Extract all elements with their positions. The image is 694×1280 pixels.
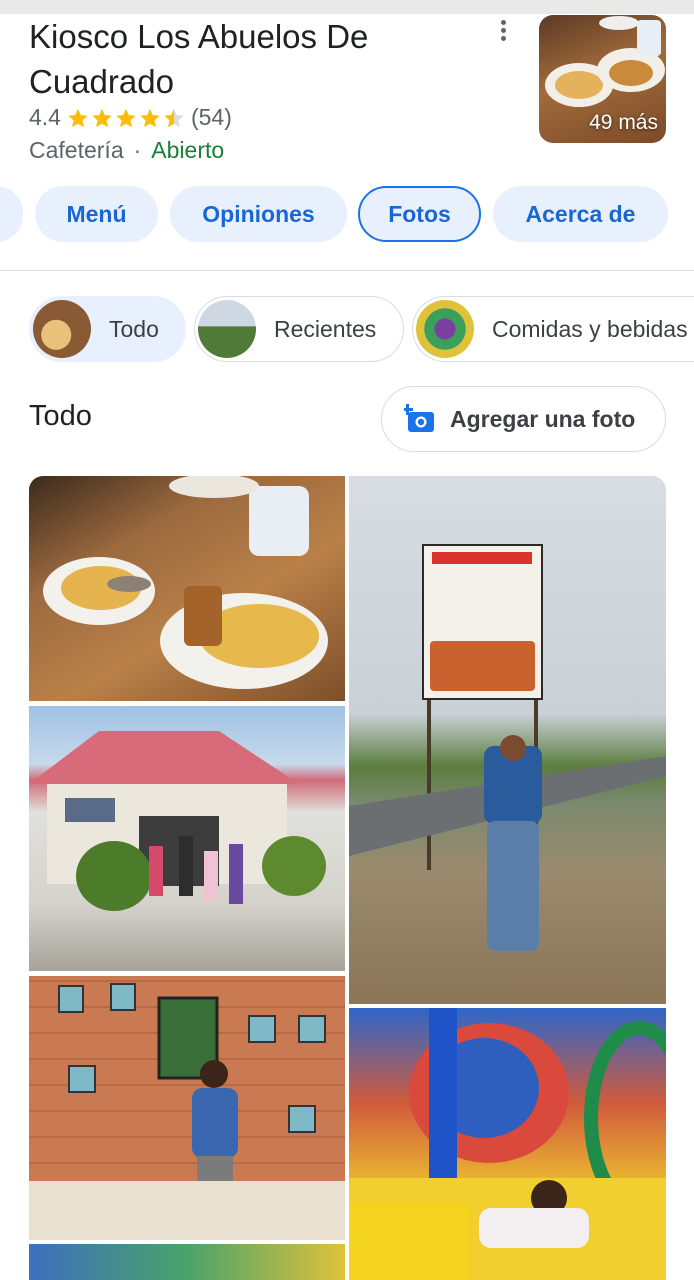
section-divider bbox=[0, 270, 694, 271]
chip-recent-thumbnail bbox=[198, 300, 256, 358]
add-a-photo-icon bbox=[404, 404, 434, 432]
chip-all-thumbnail bbox=[33, 300, 91, 358]
tab-about[interactable]: Acerca de bbox=[493, 186, 668, 242]
category-row: Cafetería · Abierto bbox=[29, 137, 224, 164]
star-half-icon bbox=[164, 108, 184, 127]
more-vert-icon[interactable] bbox=[493, 20, 513, 46]
star-icon bbox=[116, 108, 136, 127]
chip-label: Recientes bbox=[274, 315, 377, 342]
add-photo-button[interactable]: Agregar una foto bbox=[381, 386, 666, 452]
photo-sign-man[interactable] bbox=[349, 476, 666, 1004]
rating-value: 4.4 bbox=[29, 104, 61, 130]
star-icon bbox=[92, 108, 112, 127]
photo-building-group[interactable] bbox=[29, 706, 345, 971]
photo-filter-chips: Todo Recientes Comidas y bebidas bbox=[0, 296, 694, 362]
rating-row[interactable]: 4.4 (54) bbox=[29, 104, 232, 131]
chip-all[interactable]: Todo bbox=[29, 296, 186, 362]
chip-label: Todo bbox=[109, 315, 159, 342]
review-count: (54) bbox=[190, 104, 232, 130]
star-icon bbox=[68, 108, 88, 127]
photo-sign-man-image bbox=[349, 700, 666, 951]
photo-building-group-image bbox=[29, 731, 326, 911]
chip-food-thumbnail bbox=[416, 300, 474, 358]
separator-dot: · bbox=[133, 137, 142, 163]
status-bar-strip bbox=[0, 0, 694, 14]
star-icon bbox=[140, 108, 160, 127]
photo-bottom-partial[interactable] bbox=[29, 1244, 345, 1280]
more-photos-count: 49 más bbox=[589, 111, 658, 134]
photo-playground-image bbox=[349, 1008, 666, 1280]
tab-overview-partial[interactable] bbox=[0, 186, 23, 242]
section-title: Todo bbox=[29, 400, 92, 432]
photo-woman-wall-image bbox=[29, 983, 345, 1240]
tab-photos[interactable]: Fotos bbox=[358, 186, 481, 242]
place-title: Kiosco Los Abuelos De Cuadrado bbox=[29, 18, 369, 100]
tab-reviews[interactable]: Opiniones bbox=[170, 186, 347, 242]
photo-food-plates-image bbox=[43, 476, 328, 689]
photo-playground[interactable] bbox=[349, 1008, 666, 1280]
tab-menu[interactable]: Menú bbox=[35, 186, 158, 242]
place-tabs: Menú Opiniones Fotos Acerca de bbox=[0, 186, 694, 242]
chip-recent[interactable]: Recientes bbox=[194, 296, 404, 362]
photo-food-plates[interactable] bbox=[29, 476, 345, 701]
photo-woman-wall[interactable] bbox=[29, 976, 345, 1240]
star-rating bbox=[67, 107, 185, 129]
chip-label: Comidas y bebidas bbox=[492, 315, 688, 342]
hero-photo-thumbnail[interactable]: 49 más bbox=[539, 15, 666, 143]
add-photo-label: Agregar una foto bbox=[450, 405, 636, 432]
category-label: Cafetería bbox=[29, 137, 124, 163]
open-status: Abierto bbox=[151, 137, 225, 163]
chip-food-drinks[interactable]: Comidas y bebidas bbox=[412, 296, 694, 362]
